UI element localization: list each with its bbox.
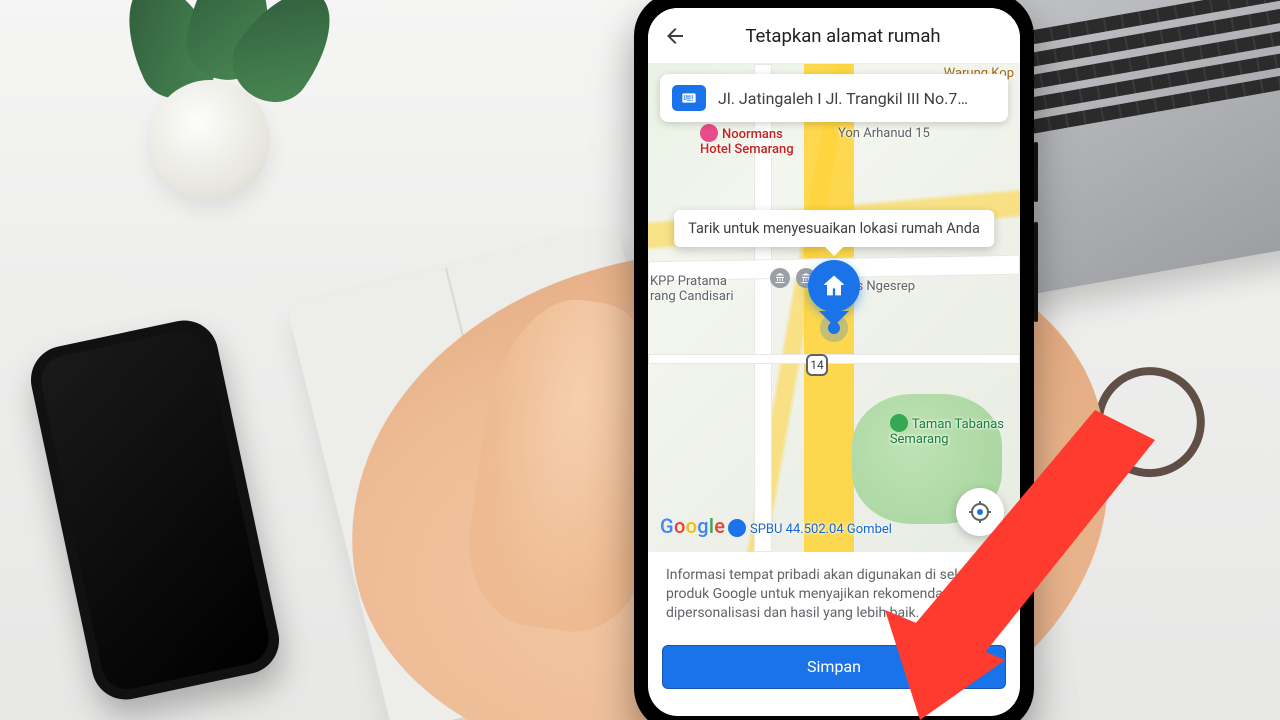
info-text: Informasi tempat pribadi akan digunakan … — [666, 566, 1002, 623]
info-sheet: Informasi tempat pribadi akan digunakan … — [648, 552, 1020, 635]
save-button-label: Simpan — [807, 657, 861, 676]
poi-hotel: Noormans Hotel Semarang — [700, 124, 794, 157]
poi-spbu: SPBU 44.502.04 Gombel — [728, 519, 892, 537]
poi-arhanud: Yon Arhanud 15 — [838, 126, 930, 141]
map-canvas[interactable]: Warung Kop Noormans Hotel Semarang Yon A… — [648, 64, 1020, 552]
phone-screen: Tetapkan alamat rumah Warung Kop Noorman… — [648, 8, 1020, 716]
keyboard-icon — [672, 85, 706, 111]
home-pin[interactable] — [808, 260, 860, 326]
save-button[interactable]: Simpan — [662, 645, 1006, 689]
bank-pin-1 — [770, 268, 790, 288]
google-attribution: Google — [660, 514, 725, 538]
secondary-phone-prop — [25, 314, 286, 706]
address-text: Jl. Jatingaleh I Jl. Trangkil III No.7… — [718, 89, 996, 108]
page-title: Tetapkan alamat rumah — [680, 25, 1006, 47]
phone-device: Tetapkan alamat rumah Warung Kop Noorman… — [634, 0, 1034, 720]
app-bar: Tetapkan alamat rumah — [648, 8, 1020, 64]
poi-kpp: KPP Pratama rang Candisari — [650, 274, 733, 304]
plant-prop — [90, 0, 330, 200]
route-badge: 14 — [806, 354, 828, 376]
crosshair-icon — [968, 500, 992, 524]
my-location-button[interactable] — [956, 488, 1004, 536]
poi-taman: Taman Tabanas Semarang — [890, 414, 1004, 447]
address-input-card[interactable]: Jl. Jatingaleh I Jl. Trangkil III No.7… — [660, 74, 1008, 122]
home-icon — [820, 272, 848, 300]
drag-tooltip: Tarik untuk menyesuaikan lokasi rumah An… — [674, 210, 994, 247]
